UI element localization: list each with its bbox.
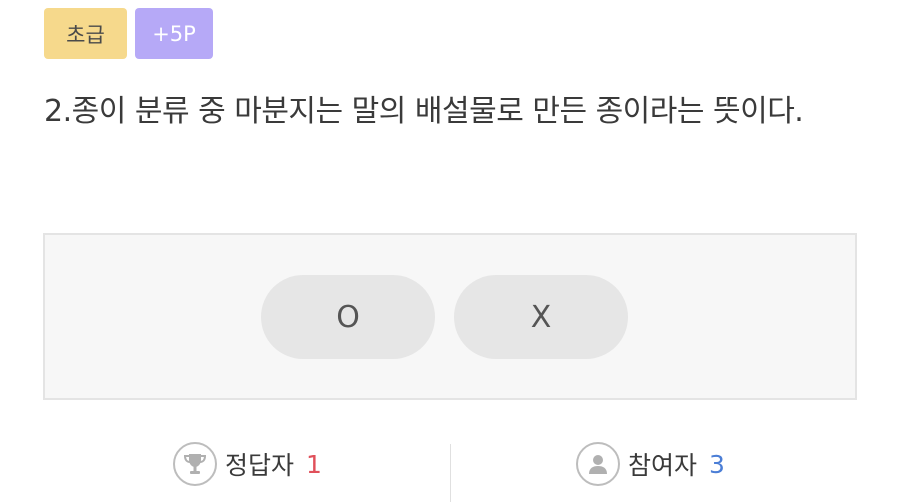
correct-stat: 정답자 1 [173,442,322,486]
answer-panel: O X [43,233,857,400]
badge-row: 초급 +5P [44,8,213,59]
participants-stat: 참여자 3 [576,442,725,486]
user-icon [576,442,620,486]
correct-label: 정답자 [225,451,295,480]
correct-count: 1 [306,449,322,479]
level-badge: 초급 [44,8,127,59]
answer-x-button[interactable]: X [454,275,628,359]
trophy-icon [173,442,217,486]
quiz-card: 초급 +5P 2.종이 분류 중 마분지는 말의 배설물로 만든 종이라는 뜻이… [0,0,900,502]
stats-bar: 정답자 1 참여자 3 [0,440,900,502]
stats-divider [450,444,451,502]
participants-count: 3 [709,449,725,479]
question-text: 2.종이 분류 중 마분지는 말의 배설물로 만든 종이라는 뜻이다. [44,94,804,129]
points-badge: +5P [135,8,213,59]
participants-label: 참여자 [628,451,698,480]
answer-o-button[interactable]: O [261,275,435,359]
